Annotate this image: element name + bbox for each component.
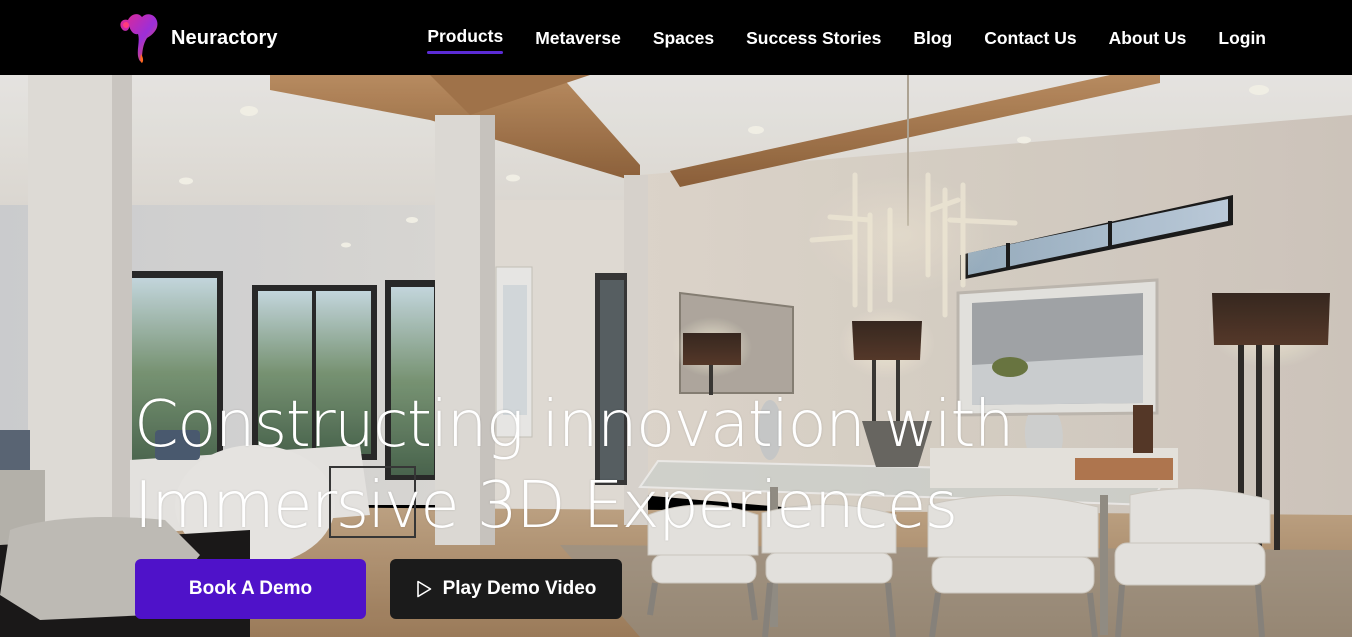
- hero-headline-line-1: Constructing innovation with: [134, 388, 1014, 462]
- hero-section: Constructing innovation with Immersive 3…: [0, 75, 1352, 637]
- nav-item-products[interactable]: Products: [427, 25, 503, 54]
- nav-item-login[interactable]: Login: [1218, 27, 1266, 49]
- nav-item-success-stories[interactable]: Success Stories: [746, 27, 881, 49]
- book-demo-button[interactable]: Book A Demo: [135, 559, 366, 619]
- brand-name: Neuractory: [171, 26, 278, 49]
- nav-item-contact-us[interactable]: Contact Us: [984, 27, 1076, 49]
- hero-headline: Constructing innovation with Immersive 3…: [134, 385, 1014, 547]
- main-menu: Products Metaverse Spaces Success Storie…: [427, 0, 1266, 75]
- brand-link[interactable]: Neuractory: [116, 8, 278, 66]
- nav-item-blog[interactable]: Blog: [913, 27, 952, 49]
- hero-headline-line-2: Immersive 3D Experiences: [134, 469, 958, 543]
- hero-background-image: [0, 75, 1352, 637]
- nav-item-spaces[interactable]: Spaces: [653, 27, 714, 49]
- play-demo-video-button[interactable]: Play Demo Video: [390, 559, 622, 619]
- neuractory-logo-icon: [120, 14, 158, 63]
- play-demo-video-button-label: Play Demo Video: [442, 578, 597, 599]
- top-navbar: Neuractory Products Metaverse Spaces Suc…: [0, 0, 1352, 75]
- play-icon: [416, 580, 431, 598]
- nav-item-metaverse[interactable]: Metaverse: [535, 27, 621, 49]
- book-demo-button-label: Book A Demo: [188, 578, 313, 599]
- nav-item-about-us[interactable]: About Us: [1109, 27, 1187, 49]
